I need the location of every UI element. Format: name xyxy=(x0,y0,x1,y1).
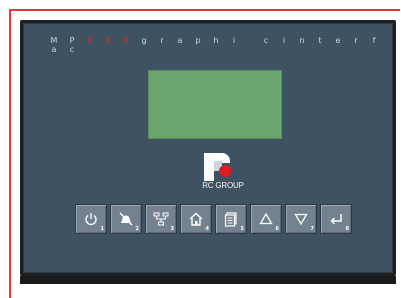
header-letter: X xyxy=(105,36,111,45)
home-button[interactable]: 4 xyxy=(180,204,212,234)
alarm-button[interactable]: 2 xyxy=(110,204,142,234)
down-button[interactable]: 7 xyxy=(285,204,317,234)
header-letter: r xyxy=(160,36,164,45)
header-bar: M P X X Xg r a p h i c i n t e r f a c xyxy=(23,23,393,54)
header-letter: i xyxy=(282,36,286,45)
header-title: M P X X Xg r a p h i c i n t e r f a c xyxy=(45,36,393,54)
key-number: 3 xyxy=(170,226,174,232)
header-letter: c xyxy=(69,45,75,54)
header-letter: p xyxy=(195,36,201,45)
header-letter: X xyxy=(123,36,129,45)
header-letter: a xyxy=(177,36,183,45)
key-number: 1 xyxy=(100,226,104,232)
key-number: 7 xyxy=(310,226,314,232)
triangle-down-icon xyxy=(294,213,308,226)
key-number: 5 xyxy=(240,226,244,232)
header-letter: r xyxy=(354,36,358,45)
key-number: 2 xyxy=(135,226,139,232)
document-icon xyxy=(224,212,237,227)
lcd-display xyxy=(148,70,282,139)
header-letter: M xyxy=(50,36,58,45)
header-letter: c xyxy=(263,36,269,45)
key-number: 8 xyxy=(345,226,349,232)
header-letter: X xyxy=(87,36,93,45)
network-button[interactable]: 3 xyxy=(145,204,177,234)
alarm-bell-icon xyxy=(119,212,133,226)
power-icon xyxy=(85,213,97,226)
header-letter: h xyxy=(213,36,219,45)
key-number: 6 xyxy=(275,226,279,232)
header-letter: a xyxy=(51,45,57,54)
triangle-up-icon xyxy=(259,212,273,225)
header-letter: f xyxy=(372,36,376,45)
header-letter: i xyxy=(232,36,236,45)
device-panel: M P X X Xg r a p h i c i n t e r f a c RC GROUP 1 2 xyxy=(20,20,396,276)
header-letter: n xyxy=(299,36,305,45)
network-icon xyxy=(153,212,169,226)
power-button[interactable]: 1 xyxy=(75,204,107,234)
header-letter: P xyxy=(69,36,75,45)
header-letter: g xyxy=(141,36,147,45)
document-button[interactable]: 5 xyxy=(215,204,247,234)
enter-button[interactable]: 8 xyxy=(320,204,352,234)
header-letter: e xyxy=(335,36,341,45)
key-number: 4 xyxy=(205,226,209,232)
rc-group-logo-icon xyxy=(200,149,236,185)
home-icon xyxy=(189,212,203,226)
keypad: 1 2 3 4 5 6 7 8 xyxy=(75,204,361,235)
enter-icon xyxy=(330,214,342,225)
up-button[interactable]: 6 xyxy=(250,204,282,234)
bottom-shadow-strip xyxy=(20,276,396,284)
header-letter: t xyxy=(318,36,322,45)
brand-name: RC GROUP xyxy=(202,181,244,190)
